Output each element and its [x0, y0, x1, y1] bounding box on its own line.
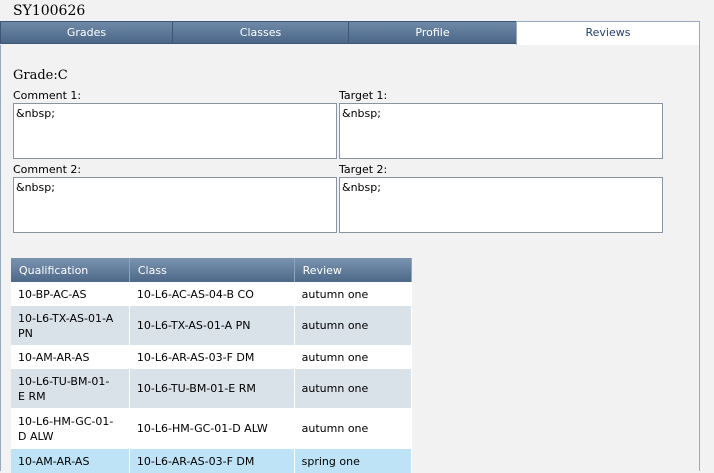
target-1-field[interactable]: &nbsp; — [339, 103, 663, 159]
cell-qualification: 10-AM-AR-AS — [11, 345, 130, 369]
table-row[interactable]: 10-BP-AC-AS 10-L6-AC-AS-04-B CO autumn o… — [11, 282, 413, 306]
cell-review: autumn one — [294, 306, 413, 345]
comment-2-field[interactable]: &nbsp; — [13, 177, 337, 233]
column-header-review[interactable]: Review — [294, 258, 413, 282]
tab-profile[interactable]: Profile — [348, 21, 516, 44]
cell-qualification: 10-BP-AC-AS — [11, 282, 130, 306]
target-1-label: Target 1: — [339, 89, 388, 102]
target-2-label: Target 2: — [339, 163, 388, 176]
column-header-class[interactable]: Class — [129, 258, 295, 282]
cell-qualification-text: 10-L6-HM-GC-01-D ALW — [18, 414, 114, 443]
comment-1-label: Comment 1: — [13, 89, 82, 102]
table-row[interactable]: 10-L6-TU-BM-01-E RM 10-L6-TU-BM-01-E RM … — [11, 369, 413, 408]
table-header-row: Qualification Class Review — [11, 258, 413, 282]
cell-review: autumn one — [294, 408, 413, 449]
target-2-field[interactable]: &nbsp; — [339, 177, 663, 233]
cell-class: 10-L6-TU-BM-01-E RM — [129, 369, 295, 408]
cell-review: autumn one — [294, 369, 413, 408]
tab-reviews[interactable]: Reviews — [516, 21, 700, 46]
table-row[interactable]: 10-L6-HM-GC-01-D ALW 10-L6-HM-GC-01-D AL… — [11, 408, 413, 449]
cell-class: 10-L6-TX-AS-01-A PN — [129, 306, 295, 345]
cell-qualification: 10-L6-TX-AS-01-A PN — [11, 306, 130, 345]
student-id-title: SY100626 — [13, 3, 86, 19]
tab-classes[interactable]: Classes — [172, 21, 348, 44]
comment-1-field[interactable]: &nbsp; — [13, 103, 337, 159]
tab-grades[interactable]: Grades — [0, 21, 172, 44]
column-header-qualification[interactable]: Qualification — [11, 258, 130, 282]
cell-class: 10-L6-AR-AS-03-F DM — [129, 449, 295, 473]
cell-qualification: 10-L6-HM-GC-01-D ALW — [11, 408, 130, 449]
table-row[interactable]: 10-AM-AR-AS 10-L6-AR-AS-03-F DM autumn o… — [11, 345, 413, 369]
cell-qualification: 10-AM-AR-AS — [11, 449, 130, 473]
cell-review: autumn one — [294, 345, 413, 369]
cell-class: 10-L6-AR-AS-03-F DM — [129, 345, 295, 369]
cell-qualification: 10-L6-TU-BM-01-E RM — [11, 369, 130, 408]
cell-qualification-text: 10-L6-TU-BM-01-E RM — [18, 374, 110, 403]
cell-review: autumn one — [294, 282, 413, 306]
grade-label: Grade:C — [13, 68, 68, 83]
table-row-selected[interactable]: 10-AM-AR-AS 10-L6-AR-AS-03-F DM spring o… — [11, 449, 413, 473]
table-row[interactable]: 10-L6-TX-AS-01-A PN 10-L6-TX-AS-01-A PN … — [11, 306, 413, 345]
comment-2-label: Comment 2: — [13, 163, 82, 176]
cell-qualification-text: 10-L6-TX-AS-01-A PN — [18, 311, 114, 340]
reviews-table: Qualification Class Review 10-BP-AC-AS 1… — [11, 258, 413, 473]
tab-bar: Grades Classes Profile Reviews — [0, 21, 700, 46]
cell-class: 10-L6-AC-AS-04-B CO — [129, 282, 295, 306]
cell-review: spring one — [294, 449, 413, 473]
cell-class: 10-L6-HM-GC-01-D ALW — [129, 408, 295, 449]
